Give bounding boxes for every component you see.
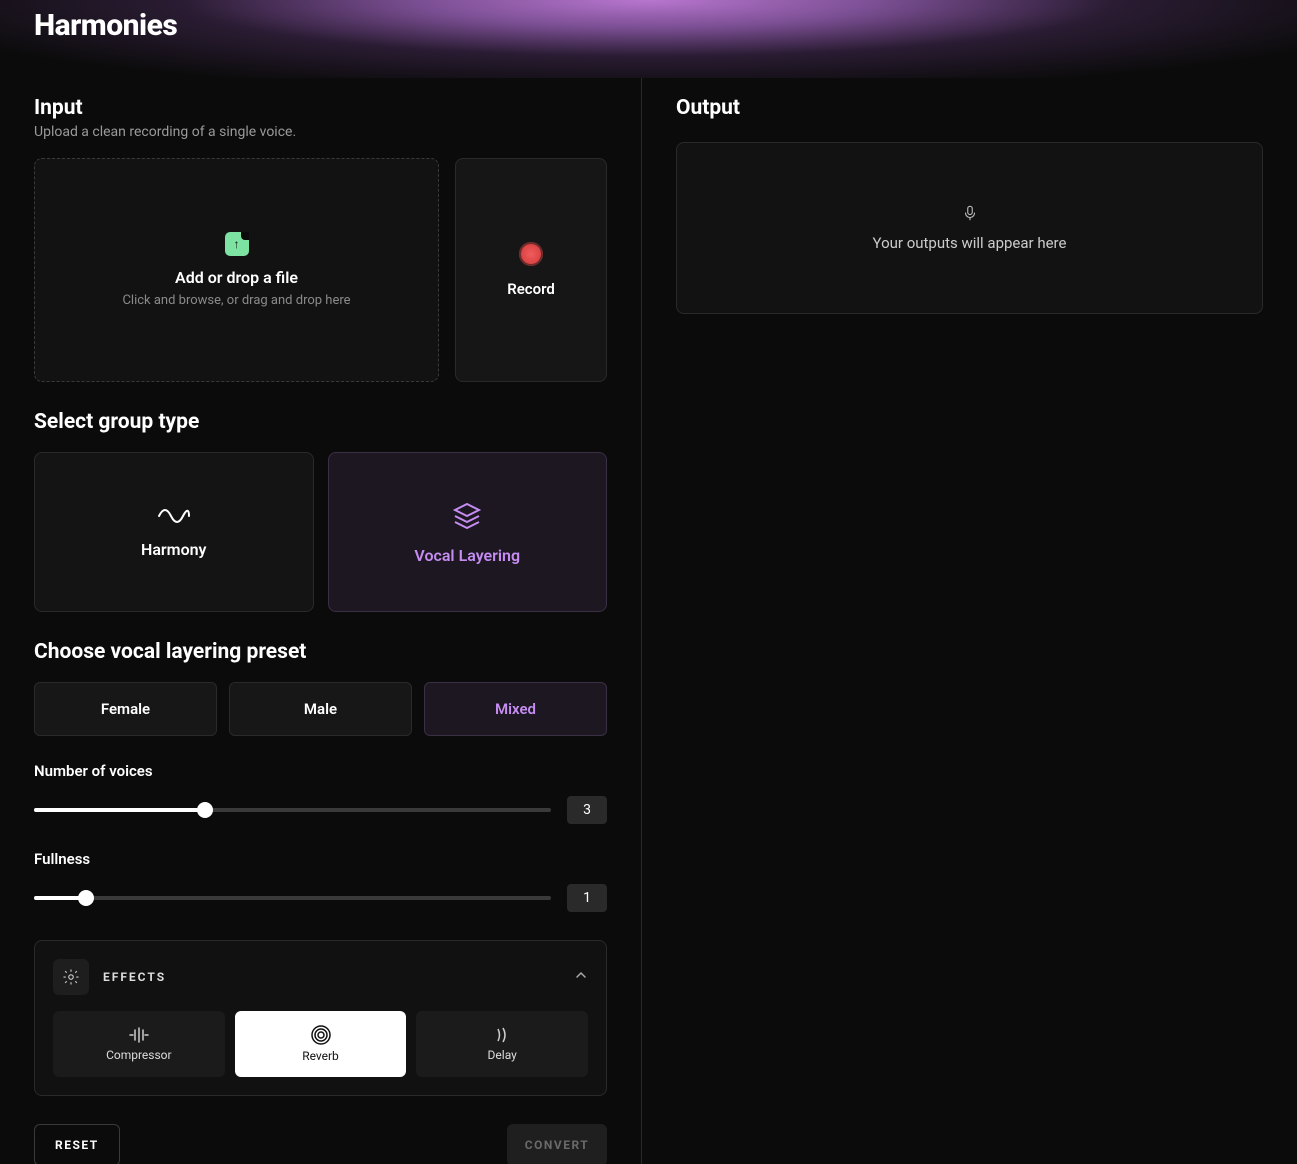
preset-label: Female: [101, 700, 150, 718]
effects-title: EFFECTS: [103, 970, 166, 984]
preset-label: Male: [304, 700, 337, 718]
group-option-label: Harmony: [141, 540, 207, 559]
effects-toggle[interactable]: EFFECTS: [53, 959, 588, 995]
record-button[interactable]: Record: [455, 158, 607, 382]
effect-label: Reverb: [302, 1049, 339, 1063]
preset-label: Mixed: [495, 700, 536, 718]
left-panel: Input Upload a clean recording of a sing…: [0, 78, 642, 1164]
fullness-value: 1: [567, 884, 607, 912]
group-option-label: Vocal Layering: [414, 546, 520, 565]
group-option-harmony[interactable]: Harmony: [34, 452, 314, 612]
output-title: Output: [676, 96, 1263, 120]
group-title: Select group type: [34, 410, 607, 434]
effect-reverb[interactable]: Reverb: [235, 1011, 407, 1077]
input-title: Input: [34, 96, 607, 120]
record-label: Record: [507, 280, 555, 298]
record-icon: [519, 242, 543, 266]
output-empty-text: Your outputs will appear here: [873, 234, 1067, 252]
gear-icon-box: [53, 959, 89, 995]
gear-icon: [62, 968, 80, 986]
dropzone-hint: Click and browse, or drag and drop here: [122, 293, 350, 308]
output-empty-state: Your outputs will appear here: [676, 142, 1263, 314]
microphone-icon: [961, 204, 979, 222]
voices-slider-fill: [34, 808, 205, 812]
voices-label: Number of voices: [34, 762, 607, 780]
right-panel: Output Your outputs will appear here: [642, 78, 1297, 1164]
effect-compressor[interactable]: Compressor: [53, 1011, 225, 1077]
preset-male[interactable]: Male: [229, 682, 412, 736]
reset-button[interactable]: RESET: [34, 1124, 120, 1164]
fullness-slider-thumb[interactable]: [78, 890, 94, 906]
voices-slider-thumb[interactable]: [197, 802, 213, 818]
convert-label: CONVERT: [525, 1138, 589, 1152]
voices-value: 3: [567, 796, 607, 824]
group-option-vocal-layering[interactable]: Vocal Layering: [328, 452, 608, 612]
layers-icon: [451, 500, 483, 532]
app-header: Harmonies: [0, 0, 1297, 78]
file-upload-icon: [225, 232, 249, 256]
compressor-icon: [128, 1026, 150, 1044]
file-dropzone[interactable]: Add or drop a file Click and browse, or …: [34, 158, 439, 382]
reset-label: RESET: [55, 1138, 99, 1152]
reverb-icon: [311, 1025, 331, 1045]
brand-title: Harmonies: [34, 8, 177, 43]
effect-label: Delay: [488, 1048, 517, 1062]
input-subtitle: Upload a clean recording of a single voi…: [34, 124, 607, 140]
harmony-icon: [157, 506, 191, 526]
voices-slider[interactable]: [34, 808, 551, 812]
chevron-up-icon: [574, 968, 588, 986]
preset-mixed[interactable]: Mixed: [424, 682, 607, 736]
effects-panel: EFFECTS Compressor: [34, 940, 607, 1096]
fullness-label: Fullness: [34, 850, 607, 868]
dropzone-title: Add or drop a file: [175, 268, 298, 287]
convert-button[interactable]: CONVERT: [507, 1124, 607, 1164]
fullness-slider[interactable]: [34, 896, 551, 900]
preset-title: Choose vocal layering preset: [34, 640, 607, 664]
delay-icon: [492, 1026, 512, 1044]
preset-female[interactable]: Female: [34, 682, 217, 736]
effect-delay[interactable]: Delay: [416, 1011, 588, 1077]
effect-label: Compressor: [106, 1048, 172, 1062]
